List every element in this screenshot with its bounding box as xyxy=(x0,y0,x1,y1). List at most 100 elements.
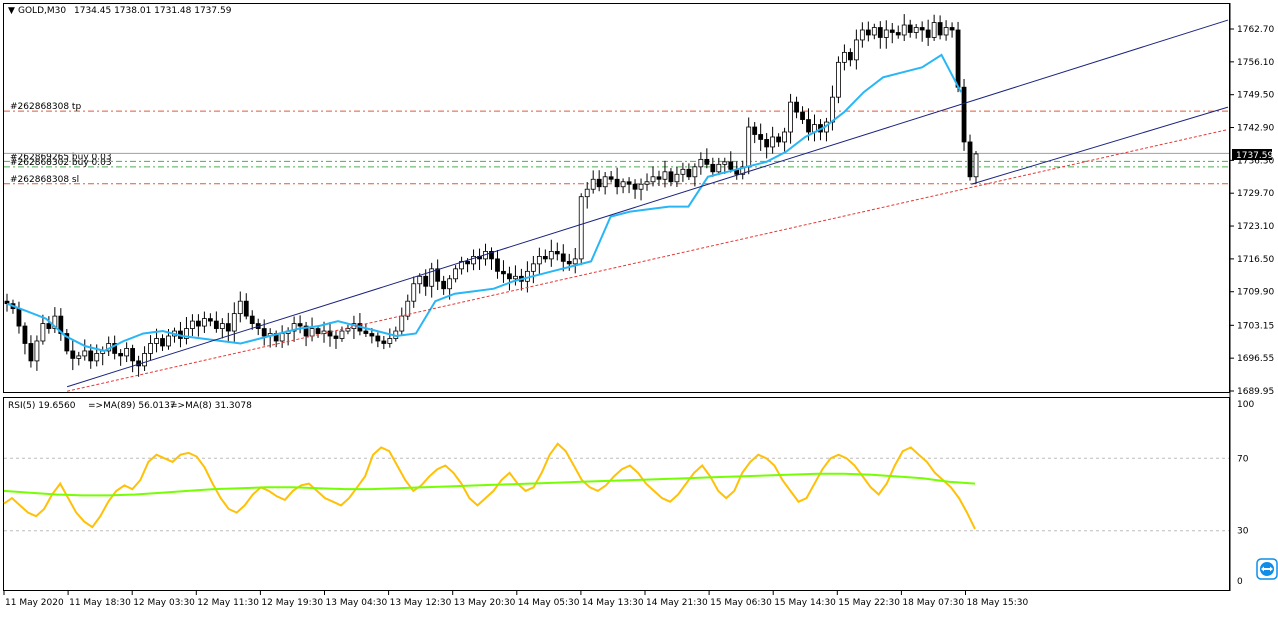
price-tick-label: 1756.10 xyxy=(1237,58,1274,68)
chart-canvas[interactable]: #262868308 tp#262869265 buy 0.03#2628683… xyxy=(0,0,1278,616)
time-label: 13 May 20:30 xyxy=(454,598,516,608)
candle-body xyxy=(889,29,895,33)
candle-body xyxy=(249,315,255,324)
candle-body xyxy=(441,280,447,290)
rsi-tick-label: 0 xyxy=(1237,577,1243,587)
candle-body xyxy=(698,158,704,168)
ohlc-readout: 1734.45 1738.01 1731.48 1737.59 xyxy=(74,6,232,16)
candle-body xyxy=(201,318,207,327)
price-tick-label: 1709.90 xyxy=(1237,288,1274,298)
candle-body xyxy=(82,350,88,357)
candle-body xyxy=(207,318,213,322)
candle-body xyxy=(279,333,285,342)
candle-body xyxy=(871,27,877,36)
rsi-pane[interactable] xyxy=(3,397,1230,591)
candle-body xyxy=(853,39,859,61)
candle-body xyxy=(447,278,453,290)
candle-body xyxy=(501,270,506,275)
candle-body xyxy=(614,178,620,188)
price-tick-label: 1723.10 xyxy=(1237,222,1274,232)
candle-body xyxy=(387,338,393,344)
candle-body xyxy=(656,176,662,180)
price-tick-label: 1762.70 xyxy=(1237,25,1274,35)
candle-body xyxy=(806,119,811,133)
symbol-menu-icon[interactable]: ▼ xyxy=(8,6,15,16)
candle-body xyxy=(566,260,572,265)
candle-body xyxy=(495,258,500,272)
teamviewer-icon[interactable] xyxy=(1256,558,1278,580)
candle-body xyxy=(88,350,94,362)
order-label: #262868308 sl xyxy=(10,175,79,185)
order-label: #262868308 tp xyxy=(10,102,81,112)
candle-body xyxy=(728,161,734,170)
candle-body xyxy=(237,300,243,315)
candle-body xyxy=(973,153,979,178)
candle-body xyxy=(608,176,614,180)
candle-body xyxy=(704,158,710,165)
time-label: 15 May 06:30 xyxy=(710,598,772,608)
candle-body xyxy=(638,183,644,190)
rsi-tick-label: 70 xyxy=(1237,454,1249,464)
candle-body xyxy=(674,173,680,183)
time-label: 13 May 12:30 xyxy=(390,598,452,608)
candle-body xyxy=(842,51,847,63)
candle-body xyxy=(931,22,937,38)
candle-body xyxy=(22,325,28,344)
candle-body xyxy=(967,141,973,178)
candle-body xyxy=(261,328,267,337)
candle-body xyxy=(830,96,835,123)
candle-body xyxy=(572,258,578,265)
candle-body xyxy=(913,27,919,33)
candle-body xyxy=(602,176,608,188)
time-label: 11 May 18:30 xyxy=(69,598,131,608)
candle-body xyxy=(584,188,590,198)
rsi-ma89-label: =>MA(89) 56.0137 xyxy=(88,401,176,411)
rsi-label: RSI(5) 19.6560 xyxy=(8,401,76,411)
candle-body xyxy=(746,126,752,168)
candle-body xyxy=(160,338,165,347)
chart-window[interactable]: #262868308 tp #262869265 buy 0.03 #2628683… xyxy=(0,0,1278,616)
candle-body xyxy=(243,300,249,317)
candle-body xyxy=(333,335,339,339)
candle-body xyxy=(590,178,596,190)
candle-body xyxy=(225,323,231,332)
candle-body xyxy=(28,343,34,362)
price-tick-label: 1703.15 xyxy=(1237,321,1274,331)
candle-body xyxy=(142,353,147,367)
candle-body xyxy=(423,275,429,287)
candle-body xyxy=(764,139,770,148)
candle-body xyxy=(632,183,638,190)
candle-body xyxy=(507,273,512,280)
time-label: 14 May 13:30 xyxy=(582,598,644,608)
candle-body xyxy=(794,101,799,113)
candle-body xyxy=(955,29,961,88)
candle-body xyxy=(925,29,931,38)
candle-body xyxy=(219,323,225,329)
candle-body xyxy=(196,320,201,327)
candle-body xyxy=(315,328,321,334)
time-label: 11 May 2020 xyxy=(5,598,64,608)
candle-body xyxy=(94,353,100,362)
rsi-tick-label: 100 xyxy=(1237,400,1254,410)
rsi-tick-label: 30 xyxy=(1237,527,1249,537)
price-tag: 1737.59 xyxy=(1236,151,1273,161)
candle-body xyxy=(710,163,716,173)
candle-body xyxy=(16,308,22,327)
candle-body xyxy=(46,323,52,329)
candle-body xyxy=(154,338,159,344)
candle-body xyxy=(752,126,758,135)
time-label: 12 May 11:30 xyxy=(197,598,259,608)
symbol-label: GOLD,M30 xyxy=(18,6,66,16)
candle-body xyxy=(339,330,345,339)
price-tick-label: 1696.55 xyxy=(1237,354,1274,364)
candle-body xyxy=(411,283,417,302)
candle-body xyxy=(231,313,237,332)
time-label: 14 May 05:30 xyxy=(518,598,580,608)
candle-body xyxy=(620,181,626,188)
candle-body xyxy=(836,61,841,98)
candle-body xyxy=(680,168,686,175)
time-label: 14 May 21:30 xyxy=(646,598,708,608)
candle-body xyxy=(644,181,650,185)
candle-body xyxy=(788,101,793,133)
candle-body xyxy=(877,27,883,38)
